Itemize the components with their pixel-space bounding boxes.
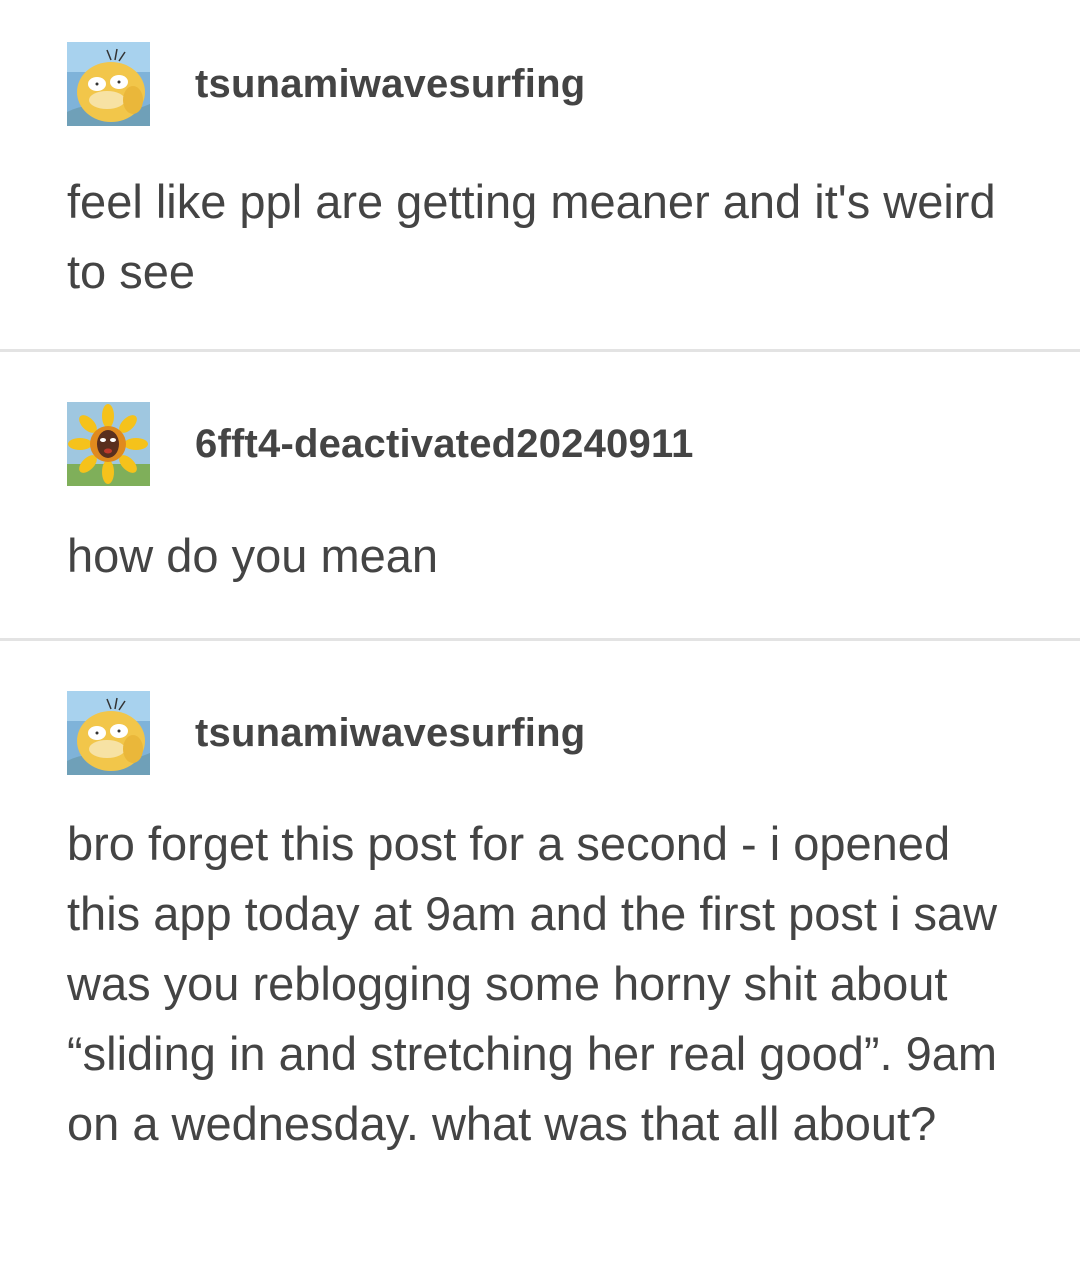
username[interactable]: 6fft4-deactivated20240911 [195,422,694,467]
post-text: how do you mean [67,529,439,582]
post-header: tsunamiwavesurfing [67,691,585,775]
psyduck-avatar-icon[interactable] [67,691,150,775]
post-header: tsunamiwavesurfing [67,42,585,126]
post-text: feel like ppl are getting meaner and it'… [67,175,996,298]
sunflower-face-avatar-icon[interactable] [67,402,150,486]
divider [0,349,1080,352]
username[interactable]: tsunamiwavesurfing [195,711,585,756]
post-text: bro forget this post for a second - i op… [67,817,998,1150]
username[interactable]: tsunamiwavesurfing [195,62,585,107]
psyduck-avatar-icon[interactable] [67,42,150,126]
post-header: 6fft4-deactivated20240911 [67,402,694,486]
divider [0,638,1080,641]
